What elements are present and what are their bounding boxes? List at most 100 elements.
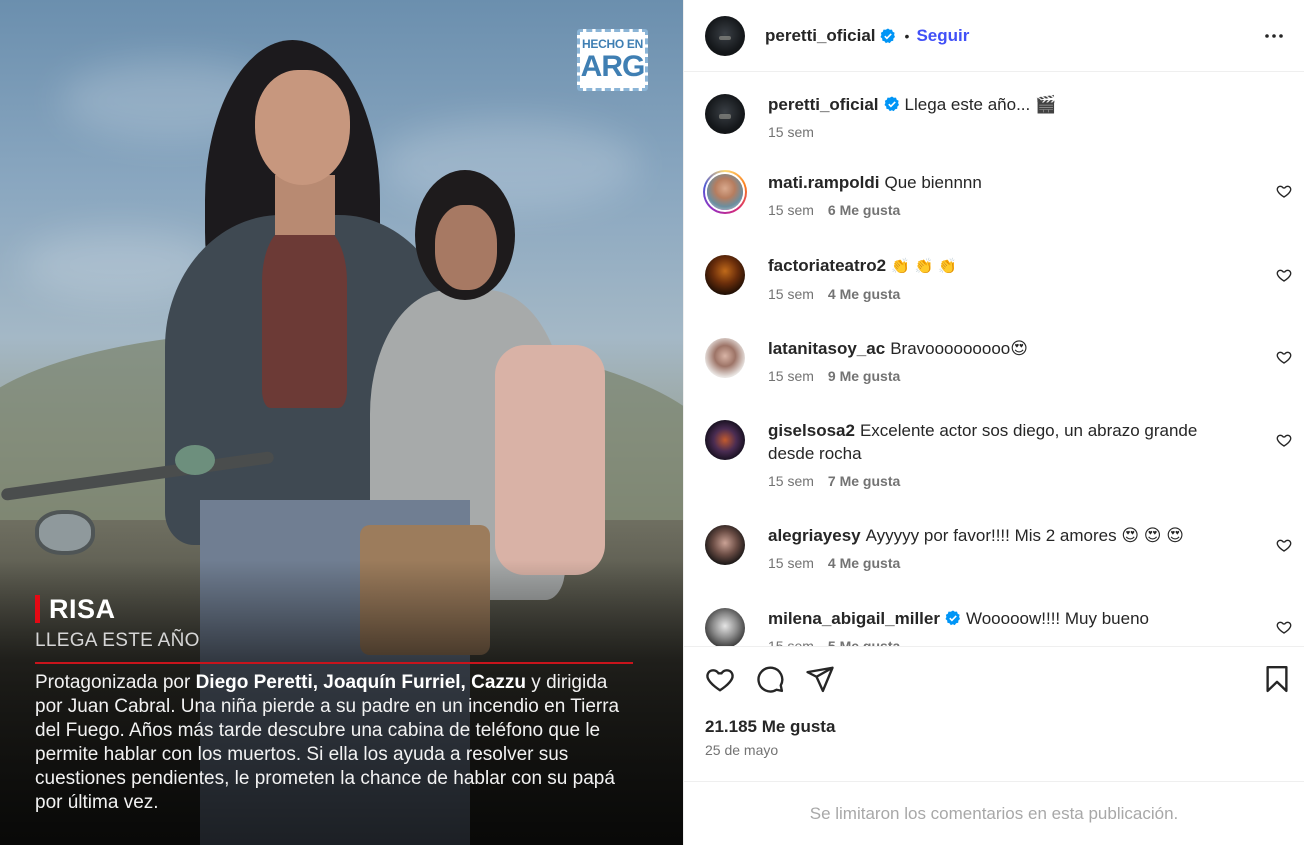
comment-like-heart-icon[interactable] [1276,619,1292,635]
comment-like-heart-icon[interactable] [1276,267,1292,283]
share-send-icon[interactable] [805,664,835,694]
comment-username[interactable]: alegriayesy [768,526,861,545]
author-username[interactable]: peretti_oficial [765,26,876,46]
more-horizontal-icon[interactable] [1262,24,1286,48]
comment-item: factoriateatro2 👏 👏 👏 15 sem 4 Me gusta [705,254,1304,302]
caption-avatar[interactable] [705,94,745,134]
comment-likes[interactable]: 5 Me gusta [828,638,900,646]
comment-avatar [707,174,743,210]
comment-text-row: factoriateatro2 👏 👏 👏 [768,254,1248,278]
comment-time[interactable]: 15 sem [768,286,814,302]
post-date[interactable]: 25 de mayo [705,742,778,758]
comment-username[interactable]: milena_abigail_miller [768,609,940,628]
comment-text: 👏 👏 👏 [891,257,957,275]
comment-avatar-story-ring[interactable] [703,170,747,214]
title-accent-bar [35,595,40,623]
comment-meta: 15 sem 4 Me gusta [768,286,1248,302]
post-caption: peretti_oficial Llega este año... 🎬 15 se… [705,93,1304,140]
comment-time[interactable]: 15 sem [768,368,814,384]
caption-meta: 15 sem [768,124,1248,140]
comment-username[interactable]: giselsosa2 [768,421,855,440]
comment-body: giselsosa2 Excelente actor sos diego, un … [768,419,1248,489]
header-separator: • [904,27,910,44]
woman-shirt [262,228,347,408]
comment-text: Bravooooooooo😍 [890,339,1028,358]
comment-bubble-icon[interactable] [755,664,785,694]
comment-body: latanitasoy_ac Bravooooooooo😍 15 sem 9 Me… [768,337,1248,384]
comment-text: Que biennnn [884,173,982,192]
media-title-row: RISA [35,592,635,626]
post-actions: 21.185 Me gusta 25 de mayo [684,646,1304,781]
girl-backpack [495,345,605,575]
comment-likes[interactable]: 6 Me gusta [828,202,900,218]
woman-face [255,70,350,185]
comment-item: mati.rampoldi Que biennnn 15 sem 6 Me gus… [703,170,1304,218]
comment-text: Ayyyyy por favor!!!! Mis 2 amores 😍 😍 😍 [865,526,1184,545]
comment-likes[interactable]: 7 Me gusta [828,473,900,489]
follow-button[interactable]: Seguir [916,26,969,46]
comment-item: milena_abigail_miller Wooooow!!!! Muy bue… [705,607,1304,646]
media-divider [35,662,633,664]
comment-like-heart-icon[interactable] [1276,349,1292,365]
comment-text-row: latanitasoy_ac Bravooooooooo😍 [768,337,1248,360]
comment-time[interactable]: 15 sem [768,202,814,218]
desc-cast: Diego Peretti, Joaquín Furriel, Cazzu [195,672,527,693]
comment-text-row: giselsosa2 Excelente actor sos diego, un … [768,419,1248,465]
verified-badge-icon [880,28,895,43]
comment-meta: 15 sem 7 Me gusta [768,473,1248,489]
comment-like-heart-icon[interactable] [1276,432,1292,448]
caption-time[interactable]: 15 sem [768,124,814,140]
caption-username[interactable]: peretti_oficial [768,95,879,114]
media-description: Protagonizada por Diego Peretti, Joaquín… [35,671,635,815]
comment-time[interactable]: 15 sem [768,638,814,646]
comment-time[interactable]: 15 sem [768,555,814,571]
comment-username[interactable]: factoriateatro2 [768,256,886,275]
comment-like-heart-icon[interactable] [1276,537,1292,553]
caption-text-row: peretti_oficial Llega este año... 🎬 [768,93,1248,116]
caption-text: Llega este año... 🎬 [904,95,1057,114]
comment-meta: 15 sem 4 Me gusta [768,555,1248,571]
verified-badge-icon [945,610,960,626]
author-avatar[interactable] [705,15,745,56]
caption-body: peretti_oficial Llega este año... 🎬 15 se… [768,93,1248,140]
author-info: peretti_oficial • Seguir [765,26,969,46]
post-side-panel: peretti_oficial • Seguir peretti_oficial… [683,0,1304,845]
desc-part1: Protagonizada por [35,672,196,693]
save-bookmark-icon[interactable] [1262,664,1292,694]
comment-username[interactable]: mati.rampoldi [768,173,879,192]
comment-text-row: mati.rampoldi Que biennnn [768,171,1248,194]
comment-likes[interactable]: 9 Me gusta [828,368,900,384]
comment-body: alegriayesy Ayyyyy por favor!!!! Mis 2 am… [768,524,1248,571]
comment-text-row: alegriayesy Ayyyyy por favor!!!! Mis 2 am… [768,524,1248,547]
comment-meta: 15 sem 5 Me gusta [768,638,1248,646]
comment-avatar[interactable] [705,420,745,460]
hecho-en-arg-badge: HECHO EN ARG [577,29,648,91]
badge-line1: HECHO EN [582,37,643,51]
comment-time[interactable]: 15 sem [768,473,814,489]
comment-item: alegriayesy Ayyyyy por favor!!!! Mis 2 am… [705,524,1304,571]
comment-likes[interactable]: 4 Me gusta [828,555,900,571]
comment-likes[interactable]: 4 Me gusta [828,286,900,302]
comment-avatar[interactable] [705,608,745,646]
comment-like-heart-icon[interactable] [1276,183,1292,199]
comment-text: Wooooow!!!! Muy bueno [965,609,1149,628]
comment-avatar[interactable] [705,255,745,295]
comment-body: mati.rampoldi Que biennnn 15 sem 6 Me gus… [768,171,1248,218]
media-title: RISA [49,593,116,624]
comment-body: factoriateatro2 👏 👏 👏 15 sem 4 Me gusta [768,254,1248,302]
badge-line2: ARG [580,50,646,83]
post-media[interactable]: HECHO EN ARG RISA LLEGA ESTE AÑO Protago… [0,0,683,845]
sky-cloud [380,120,640,210]
comments-list[interactable]: peretti_oficial Llega este año... 🎬 15 se… [684,73,1304,646]
girl-face [435,205,497,290]
comment-avatar[interactable] [705,525,745,565]
comment-username[interactable]: latanitasoy_ac [768,339,885,358]
likes-total[interactable]: 21.185 Me gusta [705,717,835,737]
comment-meta: 15 sem 9 Me gusta [768,368,1248,384]
like-heart-icon[interactable] [705,664,735,694]
verified-badge-icon [884,96,899,112]
comment-avatar[interactable] [705,338,745,378]
media-overlay-text: RISA LLEGA ESTE AÑO Protagonizada por Di… [35,592,635,815]
comment-item: giselsosa2 Excelente actor sos diego, un … [705,419,1304,489]
comment-item: latanitasoy_ac Bravooooooooo😍 15 sem 9 Me… [705,337,1304,384]
